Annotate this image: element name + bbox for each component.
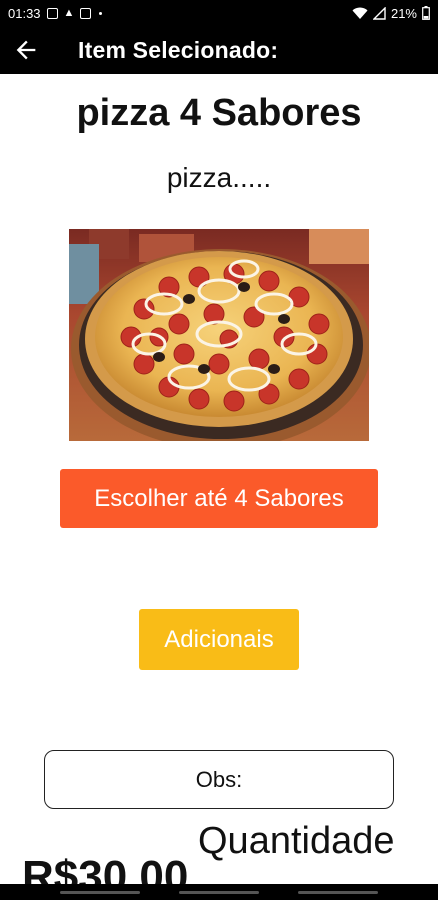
status-time: 01:33 [8,5,41,21]
nav-home-button[interactable] [178,890,259,894]
item-name: pizza 4 Sabores [76,92,362,134]
system-nav-bar [0,884,438,900]
signal-icon [372,6,386,20]
back-button[interactable] [2,26,50,74]
warning-icon: ▲ [63,6,75,19]
nav-back-button[interactable] [298,890,379,894]
pizza-image [69,229,369,441]
obs-label: Obs: [195,766,243,792]
extras-button[interactable]: Adicionais [139,609,299,670]
nav-recents-button[interactable] [59,890,140,894]
obs-input[interactable]: Obs: [44,750,394,809]
battery-text: 21% [390,5,417,21]
more-notifications-icon [99,11,103,15]
choose-flavors-button[interactable]: Escolher até 4 Sabores [60,469,378,528]
status-bar: 01:33 ▲ 21% [0,0,438,26]
quantity-label: Quantidade [198,820,395,862]
app-bar: Item Selecionado: [0,26,438,74]
battery-icon [422,6,430,20]
arrow-back-icon [16,40,36,60]
notification-icon [46,7,58,19]
wifi-icon [352,7,368,19]
page-title: Item Selecionado: [78,36,279,63]
app-icon [80,7,92,19]
item-description: pizza..... [166,162,272,193]
